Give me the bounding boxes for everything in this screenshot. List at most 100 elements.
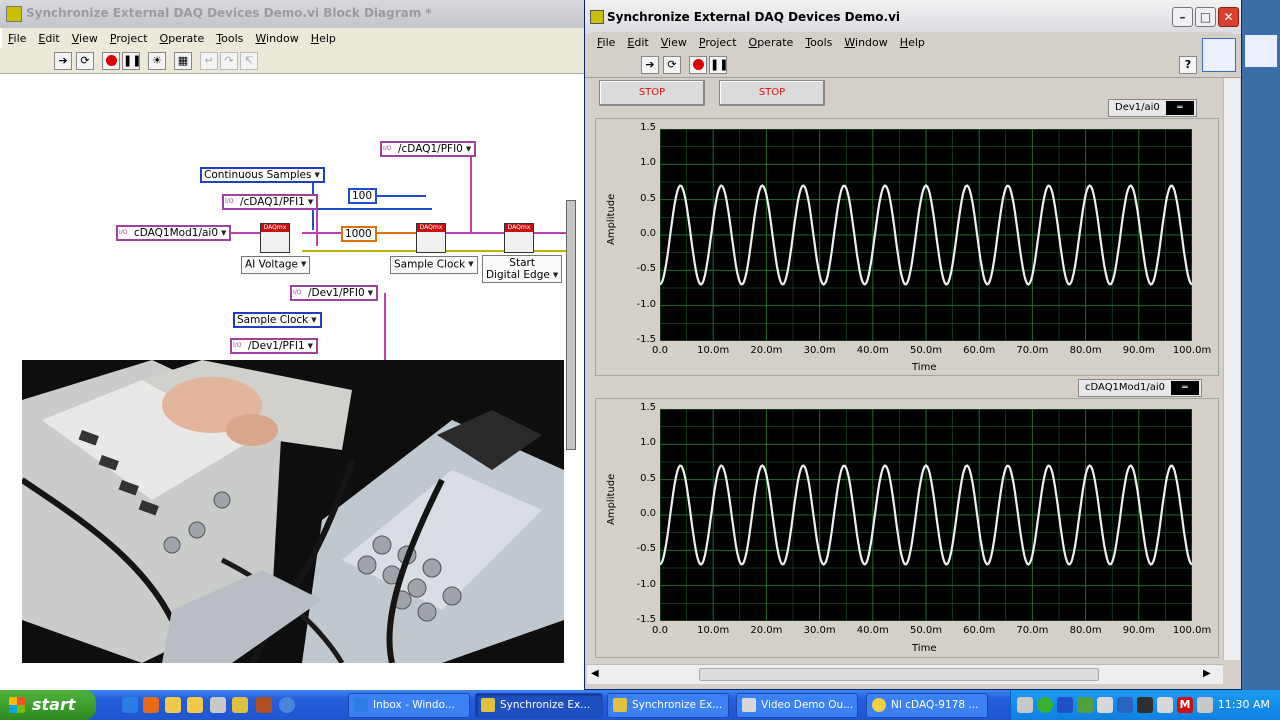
context-help-icon[interactable]: ? xyxy=(1179,56,1197,74)
plot-legend-dev1[interactable]: Dev1/ai0 ═ xyxy=(1108,99,1197,117)
block-diagram-menubar: File Edit View Project Operate Tools Win… xyxy=(2,28,598,48)
scroll-left-arrow-icon[interactable]: ◀ xyxy=(591,668,599,679)
plot-svg-cdaq xyxy=(659,408,1193,622)
menu-edit[interactable]: Edit xyxy=(32,32,65,45)
plot-area-cdaq[interactable] xyxy=(659,408,1193,622)
taskbar-item-inbox[interactable]: Inbox - Windo... xyxy=(348,693,470,718)
samples-per-channel-constant[interactable]: 100 xyxy=(348,188,378,204)
vertical-scrollbar[interactable] xyxy=(1223,78,1240,660)
pfi-constant-dev1-pfi0[interactable]: /Dev1/PFI0▼ xyxy=(290,285,379,301)
menu-tools[interactable]: Tools xyxy=(210,32,249,45)
status-icon[interactable] xyxy=(1037,697,1053,713)
menu-project[interactable]: Project xyxy=(104,32,154,45)
menu-file[interactable]: File xyxy=(2,32,32,45)
vi-icon-pane-icon[interactable] xyxy=(1244,34,1278,68)
ai-voltage-selector[interactable]: AI Voltage ▼ xyxy=(241,256,311,274)
volume-icon[interactable] xyxy=(1097,697,1113,713)
front-panel-title: Synchronize External DAQ Devices Demo.vi xyxy=(607,10,901,24)
plot-legend-cdaq[interactable]: cDAQ1Mod1/ai0 ═ xyxy=(1078,379,1203,397)
plot-area-dev1[interactable] xyxy=(659,128,1193,342)
rate-constant[interactable]: 1000 xyxy=(341,226,377,242)
horizontal-scrollbar[interactable]: ◀ ▶ xyxy=(587,664,1223,684)
minimize-button[interactable]: – xyxy=(1172,7,1193,27)
daqmx-create-channel-vi[interactable]: DAQmx xyxy=(260,223,290,253)
pfi-constant-cdaq-pfi1[interactable]: /cDAQ1/PFI1▼ xyxy=(222,194,319,210)
pfi-constant-dev1-pfi1[interactable]: /Dev1/PFI1▼ xyxy=(230,338,319,354)
physical-channel-constant[interactable]: cDAQ1Mod1/ai0▼ xyxy=(116,225,232,241)
menu-tools[interactable]: Tools xyxy=(799,36,838,49)
x-tick-label: 80.0m xyxy=(1069,625,1102,636)
run-arrow-icon[interactable]: ➔ xyxy=(641,56,659,74)
abort-icon[interactable] xyxy=(102,52,120,70)
internet-explorer-icon[interactable] xyxy=(122,697,138,713)
highlight-execution-icon[interactable]: ☀ xyxy=(148,52,166,70)
start-digital-edge-selector[interactable]: Start Digital Edge ▼ xyxy=(482,255,563,283)
x-tick-label: 10.0m xyxy=(697,345,730,356)
menu-view[interactable]: View xyxy=(655,36,693,49)
y-axis-label-dev1: Amplitude xyxy=(606,193,617,245)
maximize-button[interactable]: □ xyxy=(1195,7,1216,27)
taskbar-item-synchronize-1[interactable]: Synchronize Ex... xyxy=(475,693,603,718)
front-panel-titlebar[interactable]: Synchronize External DAQ Devices Demo.vi… xyxy=(585,0,1241,34)
menu-view[interactable]: View xyxy=(66,32,104,45)
stop-button-1[interactable]: STOP xyxy=(599,80,705,106)
update-icon[interactable] xyxy=(1077,697,1093,713)
menu-edit[interactable]: Edit xyxy=(621,36,654,49)
block-diagram-titlebar[interactable]: Synchronize External DAQ Devices Demo.vi… xyxy=(0,0,600,28)
mail-alert-icon[interactable]: M xyxy=(1177,697,1193,713)
menu-operate[interactable]: Operate xyxy=(154,32,211,45)
sample-clock-constant[interactable]: Sample Clock ▼ xyxy=(233,312,322,328)
abort-icon[interactable] xyxy=(689,56,707,74)
waveform-graph-cdaq[interactable]: cDAQ1Mod1/ai0 ═ 1.5 1.0 0.5 0.0 -0.5 -1.0 -1.5 … xyxy=(595,379,1219,658)
pause-icon[interactable]: ❚❚ xyxy=(709,56,728,74)
wire-dev1-pfi xyxy=(384,293,386,363)
sample-clock-selector[interactable]: Sample Clock ▼ xyxy=(390,256,478,274)
monitor-icon[interactable] xyxy=(1137,697,1153,713)
stop-button-2[interactable]: STOP xyxy=(719,80,825,106)
firefox-icon[interactable] xyxy=(143,697,159,713)
document-icon[interactable] xyxy=(210,697,226,713)
daq-hardware-photo xyxy=(22,360,564,663)
app-tray-icon[interactable] xyxy=(1117,697,1133,713)
folder-icon[interactable] xyxy=(165,697,181,713)
step-into-icon[interactable]: ↵ xyxy=(200,52,218,70)
step-out-icon[interactable]: ↸ xyxy=(240,52,258,70)
menu-window[interactable]: Window xyxy=(249,32,304,45)
folder-icon[interactable] xyxy=(187,697,203,713)
daqmx-timing-vi[interactable]: DAQmx xyxy=(416,223,446,253)
retain-wire-values-icon[interactable]: ▦ xyxy=(174,52,192,70)
menu-help[interactable]: Help xyxy=(894,36,931,49)
run-continuously-icon[interactable]: ⟳ xyxy=(76,52,94,70)
menu-window[interactable]: Window xyxy=(838,36,893,49)
tool-icon[interactable] xyxy=(256,697,272,713)
step-over-icon[interactable]: ↷ xyxy=(220,52,238,70)
security-icon[interactable] xyxy=(1057,697,1073,713)
x-tick-label: 20.0m xyxy=(750,625,783,636)
media-icon[interactable] xyxy=(279,697,295,713)
menu-operate[interactable]: Operate xyxy=(743,36,800,49)
speaker-icon[interactable] xyxy=(1197,697,1213,713)
labview-icon[interactable] xyxy=(232,697,248,713)
scroll-right-arrow-icon[interactable]: ▶ xyxy=(1203,668,1211,679)
taskbar-item-ni-cdaq[interactable]: NI cDAQ-9178 ... xyxy=(866,693,988,718)
taskbar-item-video-demo[interactable]: Video Demo Ou... xyxy=(736,693,858,718)
menu-file[interactable]: File xyxy=(591,36,621,49)
block-diagram-title: Synchronize External DAQ Devices Demo.vi… xyxy=(26,6,432,20)
menu-help[interactable]: Help xyxy=(305,32,342,45)
x-tick-label: 0.0 xyxy=(652,345,668,356)
usb-icon[interactable] xyxy=(1157,697,1173,713)
run-arrow-icon[interactable]: ➔ xyxy=(54,52,72,70)
vi-connector-pane-icon[interactable] xyxy=(1202,38,1236,72)
run-continuously-icon[interactable]: ⟳ xyxy=(663,56,681,74)
taskbar-item-synchronize-2[interactable]: Synchronize Ex... xyxy=(607,693,729,718)
menu-project[interactable]: Project xyxy=(693,36,743,49)
scroll-thumb[interactable] xyxy=(699,668,1099,681)
start-button[interactable]: start xyxy=(0,690,96,720)
close-button[interactable]: ✕ xyxy=(1218,7,1239,27)
network-icon[interactable] xyxy=(1017,697,1033,713)
pause-icon[interactable]: ❚❚ xyxy=(122,52,141,70)
waveform-graph-dev1[interactable]: Dev1/ai0 ═ 1.5 1.0 0.5 0.0 -0.5 -1.0 -1.5 0.0 10… xyxy=(595,99,1219,376)
continuous-samples-constant[interactable]: Continuous Samples ▼ xyxy=(200,167,325,183)
daqmx-trigger-vi[interactable]: DAQmx xyxy=(504,223,534,253)
pfi-constant-cdaq-pfi0[interactable]: /cDAQ1/PFI0▼ xyxy=(380,141,477,157)
